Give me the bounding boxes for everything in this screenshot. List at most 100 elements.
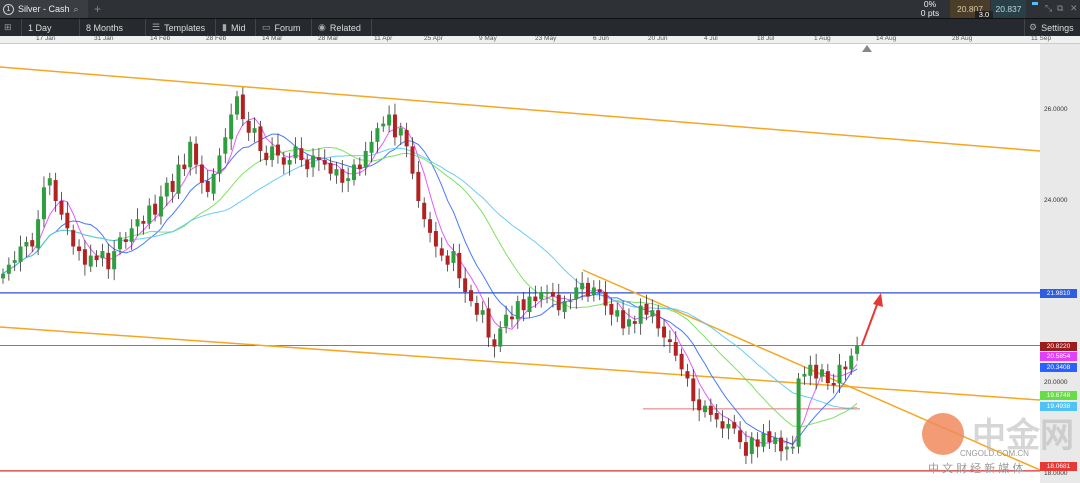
instrument-title: Silver - Cash <box>18 4 70 14</box>
mid-button[interactable]: ▮ Mid <box>216 19 256 36</box>
candle-body <box>738 430 743 443</box>
settings-button[interactable]: ⚙ Settings <box>1024 19 1080 36</box>
candle-body <box>328 162 333 174</box>
candle-body <box>486 308 491 338</box>
candle-body <box>679 353 684 370</box>
watermark-domain: CNGOLD.COM.CN <box>960 449 1029 458</box>
candle-body <box>264 152 269 161</box>
candle-body <box>275 144 280 156</box>
eye-icon: ◉ <box>318 22 326 32</box>
grid-icon: ⊞ <box>4 22 12 32</box>
date-axis: 17 Jan 31 Jan 14 Feb 28 Feb 14 Mar 28 Mar 11 A… <box>0 35 1080 44</box>
candle-body <box>416 171 421 201</box>
date-tick: 28 Aug <box>952 35 973 42</box>
candle-body <box>305 160 310 170</box>
moving-average-line <box>2 147 858 409</box>
date-tick: 14 Aug <box>876 35 897 42</box>
ask-button[interactable]: 20.837 <box>991 0 1026 18</box>
candle-body <box>94 255 99 261</box>
sliders-icon: ☰ <box>152 22 161 32</box>
candle-body <box>749 437 754 454</box>
candle-body <box>346 178 351 181</box>
candle-body <box>129 228 134 242</box>
candle-body <box>644 303 649 315</box>
date-tick: 4 Jul <box>704 35 718 42</box>
candle-body <box>357 164 362 170</box>
candle-body <box>270 146 275 161</box>
range-label: 8 Months <box>86 22 124 33</box>
candle-body <box>726 423 731 429</box>
candle-body <box>673 342 678 356</box>
candle-body <box>779 437 784 452</box>
candle-body <box>638 305 643 324</box>
candle-body <box>843 366 848 370</box>
candle-body <box>773 437 778 444</box>
forum-button[interactable]: ▭ Forum <box>256 19 312 36</box>
cngold-logo <box>922 413 964 455</box>
candle-body <box>392 114 397 138</box>
instrument-tab[interactable]: 1 Silver - Cash ⌕ <box>0 0 88 18</box>
candle-body <box>574 287 579 300</box>
candle-body <box>433 231 438 247</box>
candle-body <box>322 160 327 165</box>
candle-body <box>223 137 228 154</box>
search-icon[interactable]: ⌕ <box>74 4 79 15</box>
chat-icon: ▭ <box>262 22 271 32</box>
candle-body <box>287 160 292 165</box>
candle-body <box>761 433 766 447</box>
candle-body <box>790 446 795 449</box>
candle-body <box>65 212 70 229</box>
candle-body <box>802 373 807 377</box>
popout-icon[interactable]: ⧉ <box>1057 3 1063 14</box>
candle-body <box>814 364 819 379</box>
candle-body <box>808 364 813 376</box>
templates-label: Templates <box>164 22 206 33</box>
minimize-icon[interactable]: ⤡ <box>1045 3 1052 14</box>
price-chart[interactable] <box>0 44 1040 483</box>
candle-body <box>112 251 117 270</box>
candle-body <box>784 446 789 450</box>
candle-body <box>205 180 210 192</box>
range-select[interactable]: 8 Months <box>80 19 146 36</box>
date-tick: 14 Feb <box>150 35 171 42</box>
candle-body <box>667 339 672 343</box>
candle-body <box>246 120 251 133</box>
date-tick: 6 Jun <box>593 35 609 42</box>
candle-body <box>714 413 719 420</box>
close-icon[interactable]: ✕ <box>1070 3 1078 14</box>
date-tick: 9 May <box>479 35 497 42</box>
candle-body <box>504 314 509 327</box>
candle-body <box>30 240 35 247</box>
candle-body <box>720 421 725 429</box>
candle-body <box>252 128 257 133</box>
candle-body <box>580 282 585 290</box>
candle-body <box>609 303 614 315</box>
templates-button[interactable]: ☰ Templates <box>146 19 216 36</box>
candle-body <box>820 369 824 377</box>
related-button[interactable]: ◉ Related <box>312 19 372 36</box>
candle-body <box>71 230 76 247</box>
date-tick: 23 May <box>535 35 557 42</box>
layout-button[interactable]: ⊞ <box>0 19 22 36</box>
candle-body <box>106 252 111 270</box>
candle-body <box>375 128 380 142</box>
candle-body <box>6 264 11 274</box>
candle-body <box>422 202 427 220</box>
candle-body <box>650 310 655 317</box>
candle-body <box>340 169 345 183</box>
candle-body <box>831 383 836 386</box>
date-tick: 18 Jul <box>757 35 775 42</box>
candle-body <box>556 294 561 311</box>
add-tab-button[interactable]: + <box>94 2 101 16</box>
date-tick: 25 Apr <box>424 35 443 42</box>
date-tick: 28 Mar <box>318 35 339 42</box>
candle-body <box>118 237 122 250</box>
candle-body <box>369 141 374 153</box>
price-tag: 18.0681 <box>1040 462 1077 471</box>
interval-select[interactable]: 1 Day <box>22 19 80 36</box>
price-tick: 20.0000 <box>1044 379 1068 386</box>
candle-body <box>363 150 368 168</box>
candle-body <box>199 164 204 183</box>
candle-body <box>662 326 667 338</box>
candle-body <box>12 260 17 263</box>
